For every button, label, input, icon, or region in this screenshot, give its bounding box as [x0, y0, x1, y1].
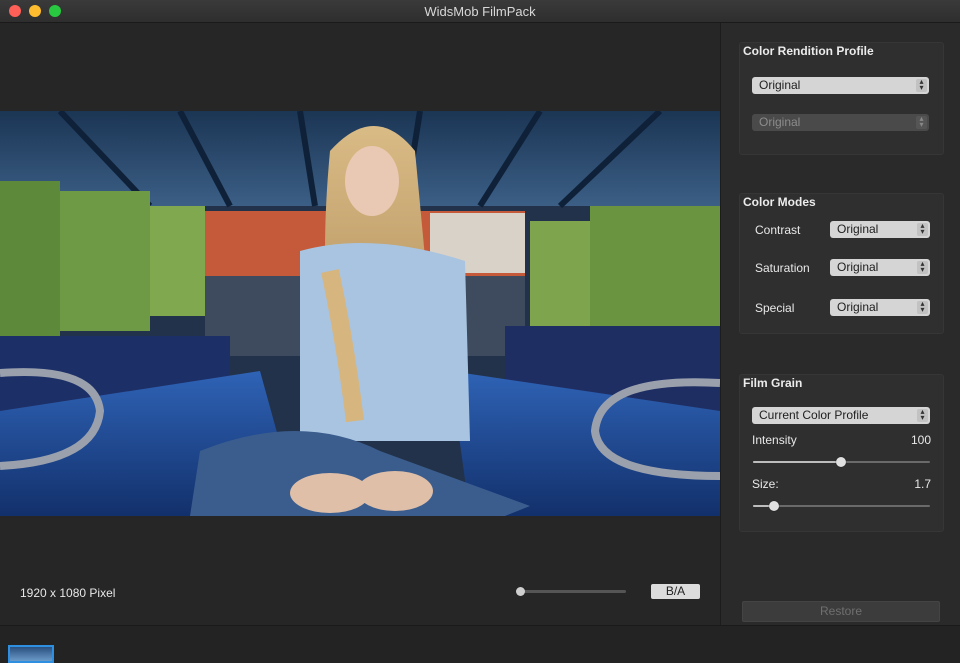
- grain-profile-select[interactable]: Current Color Profile ▴ ▾: [752, 407, 930, 424]
- intensity-label: Intensity: [752, 433, 797, 447]
- title-bar: WidsMob FilmPack: [0, 0, 960, 23]
- size-slider-knob[interactable]: [769, 501, 779, 511]
- color-modes-group: Color Modes Contrast Original ▴ ▾ Saturat…: [739, 193, 944, 334]
- zoom-slider-track[interactable]: [520, 590, 626, 593]
- saturation-label: Saturation: [755, 261, 810, 275]
- color-modes-title: Color Modes: [743, 195, 816, 209]
- window-title: WidsMob FilmPack: [424, 4, 536, 19]
- film-grain-group: Film Grain Current Color Profile ▴ ▾ Inte…: [739, 374, 944, 532]
- filmstrip: [0, 625, 960, 663]
- saturation-value: Original: [837, 260, 879, 274]
- special-value: Original: [837, 300, 879, 314]
- stepper-arrows-icon: ▴ ▾: [917, 408, 928, 422]
- color-rendition-title: Color Rendition Profile: [743, 44, 874, 58]
- intensity-value: 100: [910, 433, 931, 447]
- intensity-slider-knob[interactable]: [836, 457, 846, 467]
- intensity-slider-fill: [753, 461, 841, 463]
- color-subprofile-value: Original: [759, 115, 801, 129]
- grain-profile-value: Current Color Profile: [759, 408, 869, 422]
- size-slider-track[interactable]: [753, 505, 930, 507]
- film-grain-title: Film Grain: [743, 376, 803, 390]
- saturation-select[interactable]: Original ▴ ▾: [830, 259, 930, 276]
- size-value: 1.7: [914, 477, 931, 491]
- preview-photo[interactable]: [0, 111, 720, 516]
- image-dimensions: 1920 x 1080 Pixel: [20, 586, 116, 600]
- size-label: Size:: [752, 477, 779, 491]
- before-after-button[interactable]: B/A: [651, 584, 700, 599]
- stepper-arrows-icon: ▴ ▾: [916, 115, 927, 129]
- stepper-arrows-icon: ▴ ▾: [916, 78, 927, 92]
- contrast-value: Original: [837, 222, 879, 236]
- color-subprofile-select[interactable]: Original ▴ ▾: [752, 114, 929, 131]
- special-label: Special: [755, 301, 795, 315]
- special-select[interactable]: Original ▴ ▾: [830, 299, 930, 316]
- color-rendition-group: Color Rendition Profile Original ▴ ▾ Orig…: [739, 42, 944, 155]
- stepper-arrows-icon: ▴ ▾: [917, 260, 928, 274]
- stepper-arrows-icon: ▴ ▾: [917, 222, 928, 236]
- color-profile-select[interactable]: Original ▴ ▾: [752, 77, 929, 94]
- stepper-arrows-icon: ▴ ▾: [917, 300, 928, 314]
- contrast-label: Contrast: [755, 223, 801, 237]
- restore-button[interactable]: Restore: [742, 601, 940, 622]
- preview-canvas: [0, 23, 720, 625]
- zoom-slider-knob[interactable]: [516, 587, 525, 596]
- contrast-select[interactable]: Original ▴ ▾: [830, 221, 930, 238]
- color-profile-value: Original: [759, 78, 801, 92]
- filmstrip-thumbnail[interactable]: [8, 645, 54, 663]
